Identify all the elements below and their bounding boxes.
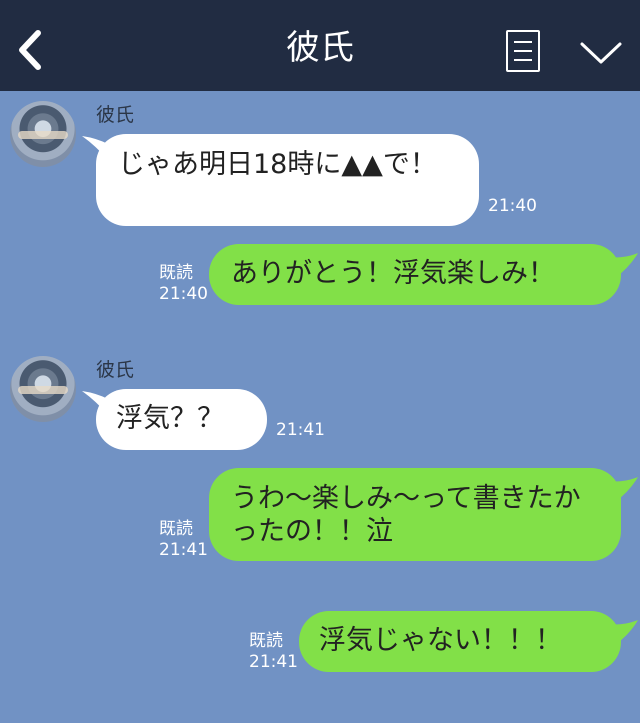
message-meta: 21:41 <box>276 420 325 441</box>
chat-header: 彼氏 <box>0 0 640 91</box>
avatar[interactable] <box>10 356 76 422</box>
message-time: 21:41 <box>276 420 325 440</box>
message-time: 21:40 <box>159 284 208 304</box>
message-time: 21:40 <box>488 196 537 216</box>
chat-title: 彼氏 <box>286 28 354 68</box>
menu-chevron-down-icon <box>580 42 622 64</box>
message-text: ありがとう！浮気楽しみ！ <box>231 258 555 289</box>
back-chevron-icon <box>19 30 41 70</box>
read-receipt: 既読 <box>159 263 193 283</box>
read-receipt: 既読 <box>249 631 283 651</box>
message-text: じゃあ明日18時に▲▲で！ <box>118 149 437 180</box>
notes-button[interactable] <box>506 30 540 72</box>
message-bubble[interactable]: じゃあ明日18時に▲▲で！ <box>96 134 479 226</box>
message-bubble[interactable]: ありがとう！浮気楽しみ！ <box>209 244 621 305</box>
message-list[interactable]: 彼氏 じゃあ明日18時に▲▲で！ 21:40 既読 21:40 ありがとう！浮気… <box>0 91 640 723</box>
message-time: 21:41 <box>159 540 208 560</box>
read-receipt: 既読 <box>159 519 193 539</box>
sender-name: 彼氏 <box>96 359 135 381</box>
message-text: 浮気じゃない！！！ <box>319 625 562 656</box>
message-bubble[interactable]: 浮気じゃない！！！ <box>299 611 621 672</box>
message-time: 21:41 <box>249 652 298 672</box>
avatar[interactable] <box>10 101 76 167</box>
menu-button[interactable] <box>578 38 624 68</box>
message-meta: 21:40 <box>488 196 537 217</box>
message-bubble[interactable]: 浮気？？ <box>96 389 267 450</box>
message-bubble[interactable]: うわ〜楽しみ〜って書きたかったの！！泣 <box>209 468 621 561</box>
message-meta: 既読 21:41 <box>159 519 208 561</box>
message-text: うわ〜楽しみ〜って書きたかったの！！泣 <box>231 483 581 547</box>
message-text: 浮気？？ <box>116 403 224 434</box>
back-button[interactable] <box>14 28 50 72</box>
sender-name: 彼氏 <box>96 104 135 126</box>
message-meta: 既読 21:41 <box>249 631 298 673</box>
message-meta: 既読 21:40 <box>159 263 208 305</box>
